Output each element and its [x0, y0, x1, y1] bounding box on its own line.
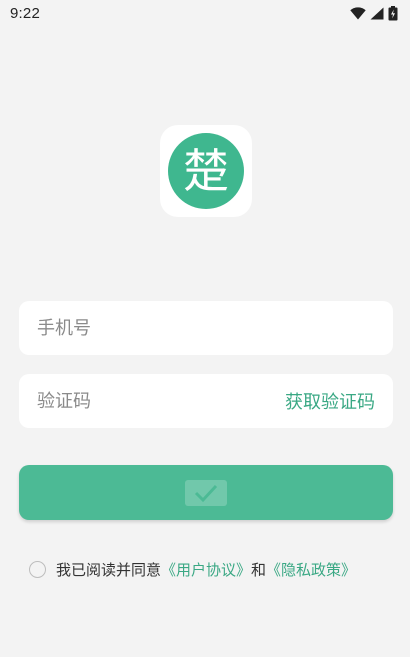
status-icons: [350, 5, 398, 21]
phone-input[interactable]: [37, 317, 375, 339]
agreement-row: 我已阅读并同意 《用户协议》 和 《隐私政策》: [29, 559, 356, 580]
user-agreement-link[interactable]: 《用户协议》: [161, 559, 251, 580]
login-button[interactable]: [19, 465, 393, 520]
verification-code-input[interactable]: [37, 390, 285, 412]
privacy-policy-link[interactable]: 《隐私政策》: [266, 559, 356, 580]
app-logo: 楚: [160, 125, 252, 217]
status-time: 9:22: [10, 4, 40, 22]
status-bar: 9:22: [0, 0, 410, 26]
agreement-checkbox[interactable]: [29, 561, 46, 578]
get-code-button[interactable]: 获取验证码: [285, 388, 375, 414]
agreement-conjunction: 和: [251, 561, 267, 579]
phone-field-container: [19, 301, 393, 355]
signal-icon: [370, 7, 384, 20]
battery-icon: [388, 5, 398, 21]
app-logo-glyph: 楚: [183, 144, 229, 198]
app-logo-circle: 楚: [168, 133, 244, 209]
check-icon: [183, 478, 229, 508]
code-field-container: 获取验证码: [19, 374, 393, 428]
agreement-prefix: 我已阅读并同意: [56, 561, 162, 579]
wifi-icon: [350, 6, 366, 20]
